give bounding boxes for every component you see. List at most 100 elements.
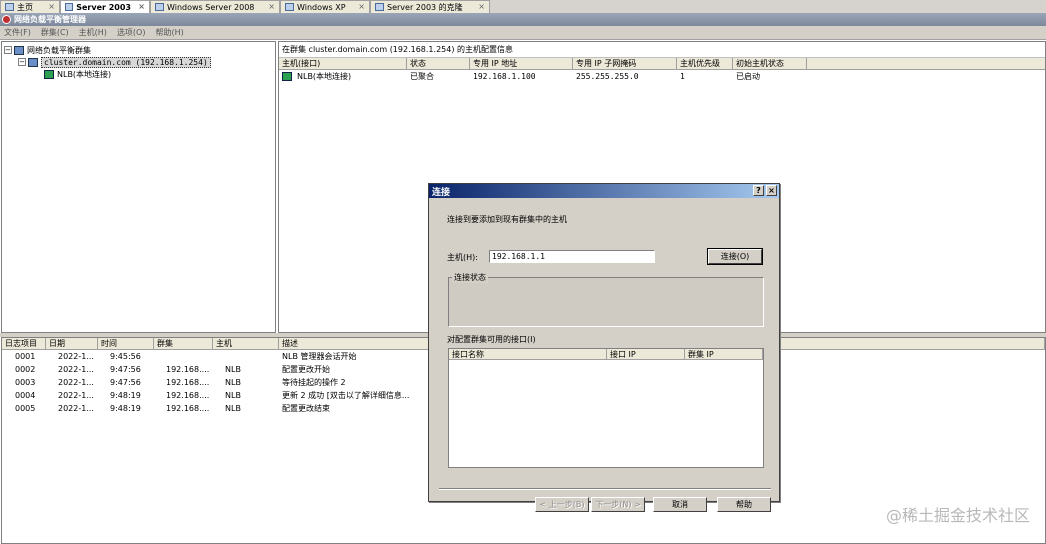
column-header[interactable]: 专用 IP 子网掩码 — [573, 58, 677, 69]
tree-item-label: cluster.domain.com (192.168.1.254) — [41, 56, 211, 68]
log-cell: 192.168.... — [166, 404, 210, 413]
collapse-icon[interactable]: − — [4, 46, 12, 54]
log-cell: 2022-1... — [58, 365, 94, 374]
tree-item-label: 网络负载平衡群集 — [27, 45, 91, 55]
dialog-title: 连接 — [432, 187, 451, 198]
vm-icon — [65, 3, 74, 11]
dialog-title-bar: 连接 ? × — [429, 184, 779, 198]
network-icon — [14, 45, 24, 55]
app-title-bar: 网络负载平衡管理器 — [0, 13, 1046, 26]
column-header[interactable]: 状态 — [407, 58, 470, 69]
cluster-icon — [28, 57, 38, 67]
log-cell: 0001 — [15, 352, 36, 361]
tree-item-host[interactable]: NLB(本地连接) — [4, 68, 273, 80]
next-button[interactable]: 下一步(N) > — [591, 497, 645, 512]
watermark: @稀土掘金技术社区 — [885, 506, 1030, 525]
vm-tab-label: Windows XP — [297, 2, 346, 12]
vm-icon — [285, 3, 294, 11]
column-header[interactable]: 主机 — [213, 338, 279, 349]
dialog-body: 连接到要添加到现有群集中的主机 主机(H): 192.168.1.1 连接(O)… — [429, 198, 779, 512]
help-button[interactable]: 帮助 — [717, 497, 771, 512]
cancel-button[interactable]: 取消 — [653, 497, 707, 512]
vm-tab-windows-server-2008[interactable]: Windows Server 2008 × — [150, 0, 280, 13]
table-cell: 192.168.1.100 — [473, 72, 536, 81]
vm-tab-server-2003-clone[interactable]: Server 2003 的克隆 × — [370, 0, 490, 13]
dialog-instruction: 连接到要添加到现有群集中的主机 — [447, 215, 567, 224]
collapse-icon[interactable]: − — [18, 58, 26, 66]
log-cell: 0005 — [15, 404, 36, 413]
log-cell — [154, 350, 213, 363]
host-label: 主机(H): — [447, 253, 478, 262]
menu-file[interactable]: 文件(F) — [4, 27, 31, 38]
cluster-tree: − 网络负载平衡群集 − cluster.domain.com (192.168… — [1, 41, 276, 333]
interfaces-list[interactable]: 接口名称 接口 IP 群集 IP — [448, 348, 764, 468]
menu-cluster[interactable]: 群集(C) — [41, 27, 69, 38]
log-cell: 0002 — [15, 365, 36, 374]
vm-tab-label: Server 2003 — [76, 2, 131, 12]
menu-options[interactable]: 选项(O) — [117, 27, 146, 38]
column-header[interactable]: 主机优先级 — [677, 58, 733, 69]
column-header[interactable]: 日志项目 — [2, 338, 46, 349]
connection-status-legend: 连接状态 — [452, 272, 488, 283]
vm-tab-label: Server 2003 的克隆 — [387, 2, 463, 12]
button-separator — [439, 488, 771, 490]
log-cell: 9:45:56 — [110, 352, 141, 361]
vm-icon — [375, 3, 384, 11]
close-icon[interactable]: × — [358, 2, 365, 11]
tree-item-label: NLB(本地连接) — [57, 69, 112, 79]
log-cell — [213, 350, 279, 363]
column-header[interactable]: 接口 IP — [607, 349, 685, 359]
back-button[interactable]: < 上一步(B) — [535, 497, 589, 512]
host-icon — [282, 72, 292, 81]
column-header[interactable]: 群集 IP — [685, 349, 763, 359]
vm-tab-home[interactable]: 主页 × — [0, 0, 60, 13]
column-header[interactable]: 初始主机状态 — [733, 58, 807, 69]
connect-button[interactable]: 连接(O) — [707, 248, 763, 265]
log-cell: 2022-1... — [58, 404, 94, 413]
column-header[interactable]: 时间 — [98, 338, 154, 349]
tree-item-root[interactable]: − 网络负载平衡群集 — [4, 44, 273, 56]
table-cell: 1 — [680, 72, 685, 81]
log-cell: 192.168.... — [166, 365, 210, 374]
log-cell: 9:47:56 — [110, 365, 141, 374]
menu-host[interactable]: 主机(H) — [79, 27, 107, 38]
interfaces-label: 对配置群集可用的接口(I) — [447, 335, 536, 344]
table-cell: 已聚合 — [410, 72, 434, 81]
menu-bar: 文件(F) 群集(C) 主机(H) 选项(O) 帮助(H) — [0, 26, 1046, 40]
log-cell: 0004 — [15, 391, 36, 400]
host-name: NLB(本地连接) — [297, 72, 352, 81]
column-header[interactable]: 专用 IP 地址 — [470, 58, 573, 69]
close-icon[interactable]: × — [48, 2, 55, 11]
vm-tab-windows-xp[interactable]: Windows XP × — [280, 0, 370, 13]
vm-tab-strip: 主页 × Server 2003 × Windows Server 2008 ×… — [0, 0, 1046, 13]
app-title: 网络负载平衡管理器 — [14, 15, 86, 24]
table-header: 主机(接口) 状态 专用 IP 地址 专用 IP 子网掩码 主机优先级 初始主机… — [279, 58, 1045, 70]
table-header: 接口名称 接口 IP 群集 IP — [449, 349, 763, 360]
table-row[interactable]: NLB(本地连接) 已聚合 192.168.1.100 255.255.255.… — [279, 70, 1045, 83]
log-cell: 0003 — [15, 378, 36, 387]
log-cell: NLB — [225, 365, 241, 374]
nlb-manager-icon — [2, 15, 11, 24]
log-cell: 192.168.... — [166, 378, 210, 387]
table-cell: NLB(本地连接) — [279, 70, 407, 83]
host-input[interactable]: 192.168.1.1 — [489, 250, 655, 263]
column-header[interactable]: 接口名称 — [449, 349, 607, 359]
close-icon[interactable]: × — [766, 185, 777, 196]
home-icon — [5, 3, 14, 11]
close-icon[interactable]: × — [478, 2, 485, 11]
column-header[interactable]: 主机(接口) — [279, 58, 407, 69]
help-icon[interactable]: ? — [753, 185, 764, 196]
log-cell: 9:47:56 — [110, 378, 141, 387]
close-icon[interactable]: × — [268, 2, 275, 11]
column-header[interactable]: 群集 — [154, 338, 213, 349]
column-header[interactable]: 日期 — [46, 338, 98, 349]
close-icon[interactable]: × — [138, 2, 145, 11]
connect-dialog: 连接 ? × 连接到要添加到现有群集中的主机 主机(H): 192.168.1.… — [428, 183, 780, 512]
host-icon — [44, 69, 54, 79]
vm-icon — [155, 3, 164, 11]
menu-help[interactable]: 帮助(H) — [155, 27, 183, 38]
tree-item-cluster[interactable]: − cluster.domain.com (192.168.1.254) — [4, 56, 273, 68]
vm-tab-server-2003[interactable]: Server 2003 × — [60, 0, 150, 13]
log-cell: 2022-1... — [58, 391, 94, 400]
log-cell: 2022-1... — [58, 352, 94, 361]
